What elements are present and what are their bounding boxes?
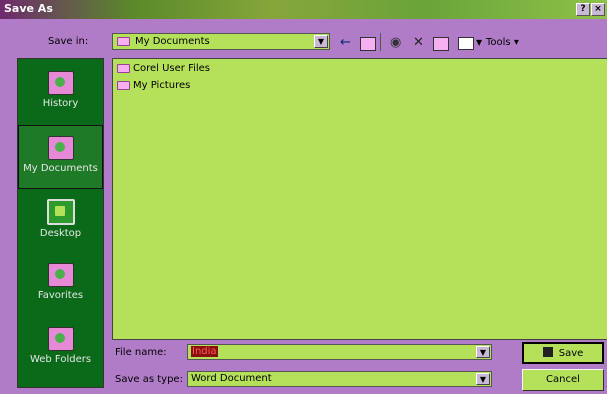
file-name-input[interactable]: India ▼ (187, 344, 492, 360)
close-button[interactable]: × (591, 3, 605, 16)
cancel-button[interactable]: Cancel (522, 369, 604, 391)
place-label: My Documents (23, 163, 98, 174)
folder-icon (117, 63, 130, 73)
place-web-folders[interactable]: Web Folders (18, 317, 103, 381)
views-icon[interactable] (458, 37, 474, 50)
list-item[interactable]: My Pictures (117, 79, 190, 93)
chevron-down-icon[interactable]: ▼ (476, 373, 490, 385)
place-label: Favorites (37, 290, 84, 301)
floppy-disk-icon (542, 347, 553, 357)
new-folder-icon[interactable] (433, 37, 449, 51)
file-item-name: Corel User Files (133, 63, 211, 74)
save-as-type-label: Save as type: (115, 374, 183, 385)
file-name-value: India (191, 346, 218, 357)
place-desktop[interactable]: Desktop (18, 189, 103, 253)
search-web-icon[interactable]: ◉ (390, 35, 401, 51)
save-as-type-dropdown[interactable]: Word Document ▼ (187, 371, 492, 387)
save-in-label: Save in: (48, 36, 89, 47)
place-my-documents[interactable]: My Documents (18, 125, 103, 189)
chevron-down-icon[interactable]: ▼ (314, 35, 328, 48)
file-item-name: My Pictures (133, 80, 191, 91)
tools-label: Tools (486, 37, 511, 48)
folder-icon (117, 37, 130, 46)
window-title: Save As (4, 2, 53, 15)
my-documents-icon (47, 136, 74, 160)
views-dropdown-icon[interactable]: ▼ (476, 35, 482, 51)
place-favorites[interactable]: Favorites (18, 253, 103, 317)
place-history[interactable]: History (18, 61, 103, 125)
file-name-label: File name: (115, 347, 167, 358)
tools-menu[interactable]: Tools ▾ (486, 35, 519, 51)
desktop-icon (46, 199, 75, 225)
place-label: History (42, 98, 79, 109)
save-as-type-value: Word Document (191, 373, 272, 384)
list-item[interactable]: Corel User Files (117, 62, 210, 76)
file-list[interactable]: Corel User Files My Pictures (112, 58, 607, 340)
save-in-value: My Documents (135, 36, 210, 47)
back-arrow-icon[interactable]: ← (340, 35, 351, 51)
history-icon (47, 71, 74, 95)
toolbar-separator (380, 33, 381, 51)
chevron-down-icon[interactable]: ▼ (476, 346, 490, 358)
places-bar: History My Documents Desktop Favorites W… (17, 58, 104, 388)
delete-icon[interactable]: ✕ (413, 35, 424, 51)
title-bar[interactable]: Save As ? × (0, 0, 607, 19)
up-folder-icon[interactable] (360, 37, 376, 51)
place-label: Web Folders (29, 354, 92, 365)
save-in-dropdown[interactable]: My Documents ▼ (112, 33, 330, 50)
save-button-label: Save (558, 348, 584, 359)
help-button[interactable]: ? (576, 3, 590, 16)
place-label: Desktop (39, 228, 82, 239)
save-button[interactable]: Save (522, 342, 604, 364)
favorites-icon (47, 263, 74, 287)
save-as-dialog: Save As ? × Save in: My Documents ▼ ← ◉ … (0, 0, 607, 394)
web-folders-icon (47, 327, 74, 351)
folder-icon (117, 80, 130, 90)
